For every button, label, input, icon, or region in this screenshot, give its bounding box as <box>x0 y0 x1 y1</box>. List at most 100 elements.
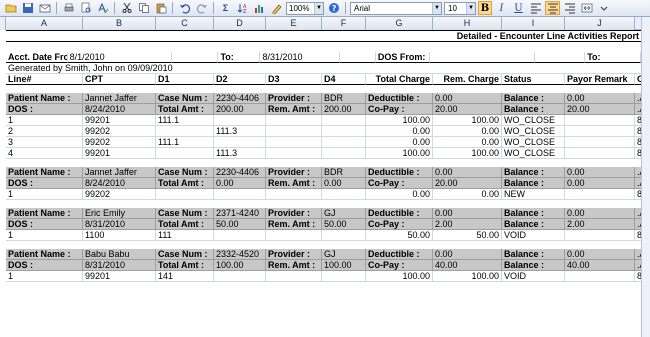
provider-label[interactable]: Provider : <box>266 93 322 104</box>
line-cell-6[interactable]: 100.00 <box>366 115 433 126</box>
line-cell-2[interactable]: 111.1 <box>156 137 214 148</box>
line-cell-2[interactable] <box>156 148 214 159</box>
line-cell-4[interactable] <box>266 126 322 137</box>
total-amt-value[interactable]: 100.00 <box>214 260 266 271</box>
line-cell-9[interactable] <box>565 115 635 126</box>
acct-date-from-value[interactable]: 8/1/2010 <box>67 52 172 63</box>
line-cell-3[interactable] <box>214 137 266 148</box>
column-title-7[interactable]: Rem. Charge <box>433 74 502 85</box>
line-cell-10[interactable]: 8/ <box>635 137 641 148</box>
copay-label[interactable]: Co-Pay : <box>366 260 433 271</box>
align-right-icon[interactable] <box>562 1 577 15</box>
total-amt-value[interactable]: 200.00 <box>214 104 266 115</box>
chevron-down-icon[interactable]: ▼ <box>432 2 441 14</box>
line-cell-9[interactable] <box>565 230 635 241</box>
column-title-8[interactable]: Status <box>502 74 565 85</box>
patient-name-value[interactable]: Babu Babu <box>83 249 156 260</box>
copay-value[interactable]: 20.00 <box>433 104 502 115</box>
balance-label[interactable]: Balance : <box>502 219 565 230</box>
align-center-icon[interactable] <box>545 1 560 15</box>
line-cell-7[interactable]: 0.00 <box>433 189 502 200</box>
case-num-label[interactable]: Case Num : <box>156 167 214 178</box>
patient-name-value[interactable]: Eric Emily <box>83 208 156 219</box>
chart-wizard-icon[interactable] <box>252 1 267 15</box>
copay-label[interactable]: Co-Pay : <box>366 104 433 115</box>
trailing-cell[interactable]: .A <box>635 104 641 115</box>
column-header-j[interactable]: J <box>565 17 635 30</box>
line-cell-9[interactable] <box>565 126 635 137</box>
line-cell-5[interactable] <box>322 126 366 137</box>
line-cell-4[interactable] <box>266 189 322 200</box>
column-header-b[interactable]: B <box>83 17 156 30</box>
line-cell-0[interactable]: 2 <box>6 126 83 137</box>
deductible-label[interactable]: Deductible : <box>366 167 433 178</box>
balance-label[interactable]: Balance : <box>502 167 565 178</box>
line-cell-9[interactable] <box>565 271 635 282</box>
case-num-value[interactable]: 2371-4240 <box>214 208 266 219</box>
line-cell-6[interactable]: 0.00 <box>366 137 433 148</box>
line-cell-10[interactable]: 8/ <box>635 115 641 126</box>
line-cell-6[interactable]: 0.00 <box>366 126 433 137</box>
zoom-select[interactable]: 100% ▼ <box>286 1 324 15</box>
copay-label[interactable]: Co-Pay : <box>366 178 433 189</box>
provider-label[interactable]: Provider : <box>266 249 322 260</box>
case-num-value[interactable]: 2230-4406 <box>214 167 266 178</box>
dos-to-label[interactable]: To: <box>585 52 641 63</box>
column-header-h[interactable]: H <box>433 17 502 30</box>
patient-name-label[interactable]: Patient Name : <box>6 249 83 260</box>
balance-label[interactable]: Balance : <box>502 208 565 219</box>
line-cell-0[interactable]: 4 <box>6 148 83 159</box>
line-cell-1[interactable]: 99202 <box>83 126 156 137</box>
deductible-value[interactable]: 0.00 <box>433 93 502 104</box>
generated-by-text[interactable]: Generated by Smith, John on 09/09/2010 <box>6 63 641 74</box>
vertical-scrollbar[interactable] <box>641 17 650 337</box>
copay-value[interactable]: 20.00 <box>433 178 502 189</box>
line-cell-0[interactable]: 1 <box>6 189 83 200</box>
copay-label[interactable]: Co-Pay : <box>366 219 433 230</box>
copay-value[interactable]: 40.00 <box>433 260 502 271</box>
line-cell-3[interactable] <box>214 115 266 126</box>
undo-icon[interactable] <box>177 1 192 15</box>
line-cell-4[interactable] <box>266 230 322 241</box>
total-amt-value[interactable]: 0.00 <box>214 178 266 189</box>
chevron-down-icon[interactable]: ▼ <box>466 2 475 14</box>
dos-value[interactable]: 8/31/2010 <box>83 260 156 271</box>
column-header-e[interactable]: E <box>266 17 322 30</box>
line-cell-9[interactable] <box>565 137 635 148</box>
line-cell-0[interactable]: 1 <box>6 115 83 126</box>
line-cell-5[interactable] <box>322 148 366 159</box>
chevron-down-icon[interactable]: ▼ <box>314 2 323 14</box>
line-cell-5[interactable] <box>322 115 366 126</box>
dos-label[interactable]: DOS : <box>6 219 83 230</box>
line-cell-8[interactable]: WO_CLOSE <box>502 148 565 159</box>
patient-name-label[interactable]: Patient Name : <box>6 93 83 104</box>
total-amt-label[interactable]: Total Amt : <box>156 260 214 271</box>
provider-label[interactable]: Provider : <box>266 208 322 219</box>
trailing-cell[interactable]: .A <box>635 208 641 219</box>
line-cell-1[interactable]: 1100 <box>83 230 156 241</box>
autosum-icon[interactable]: Σ <box>218 1 233 15</box>
balance-value[interactable]: 0.00 <box>565 178 635 189</box>
rem-amt-value[interactable]: 50.00 <box>322 219 366 230</box>
deductible-value[interactable]: 0.00 <box>433 167 502 178</box>
line-cell-6[interactable]: 100.00 <box>366 148 433 159</box>
trailing-cell[interactable]: .A <box>635 219 641 230</box>
column-title-10[interactable]: Cl <box>635 74 641 85</box>
provider-value[interactable]: GJ <box>322 249 366 260</box>
balance-value[interactable]: 40.00 <box>565 260 635 271</box>
redo-icon[interactable] <box>194 1 209 15</box>
dos-value[interactable]: 8/24/2010 <box>83 104 156 115</box>
line-cell-1[interactable]: 99202 <box>83 137 156 148</box>
line-cell-4[interactable] <box>266 148 322 159</box>
dos-value[interactable]: 8/24/2010 <box>83 178 156 189</box>
trailing-cell[interactable]: .A <box>635 167 641 178</box>
drawing-icon[interactable] <box>269 1 284 15</box>
font-name-select[interactable]: Arial ▼ <box>350 1 442 15</box>
balance-value[interactable]: 2.00 <box>565 219 635 230</box>
bold-button[interactable]: B <box>478 1 492 15</box>
line-cell-9[interactable] <box>565 148 635 159</box>
case-num-value[interactable]: 2332-4520 <box>214 249 266 260</box>
line-cell-3[interactable] <box>214 189 266 200</box>
line-cell-10[interactable]: 8/ <box>635 271 641 282</box>
trailing-cell[interactable]: .A <box>635 249 641 260</box>
